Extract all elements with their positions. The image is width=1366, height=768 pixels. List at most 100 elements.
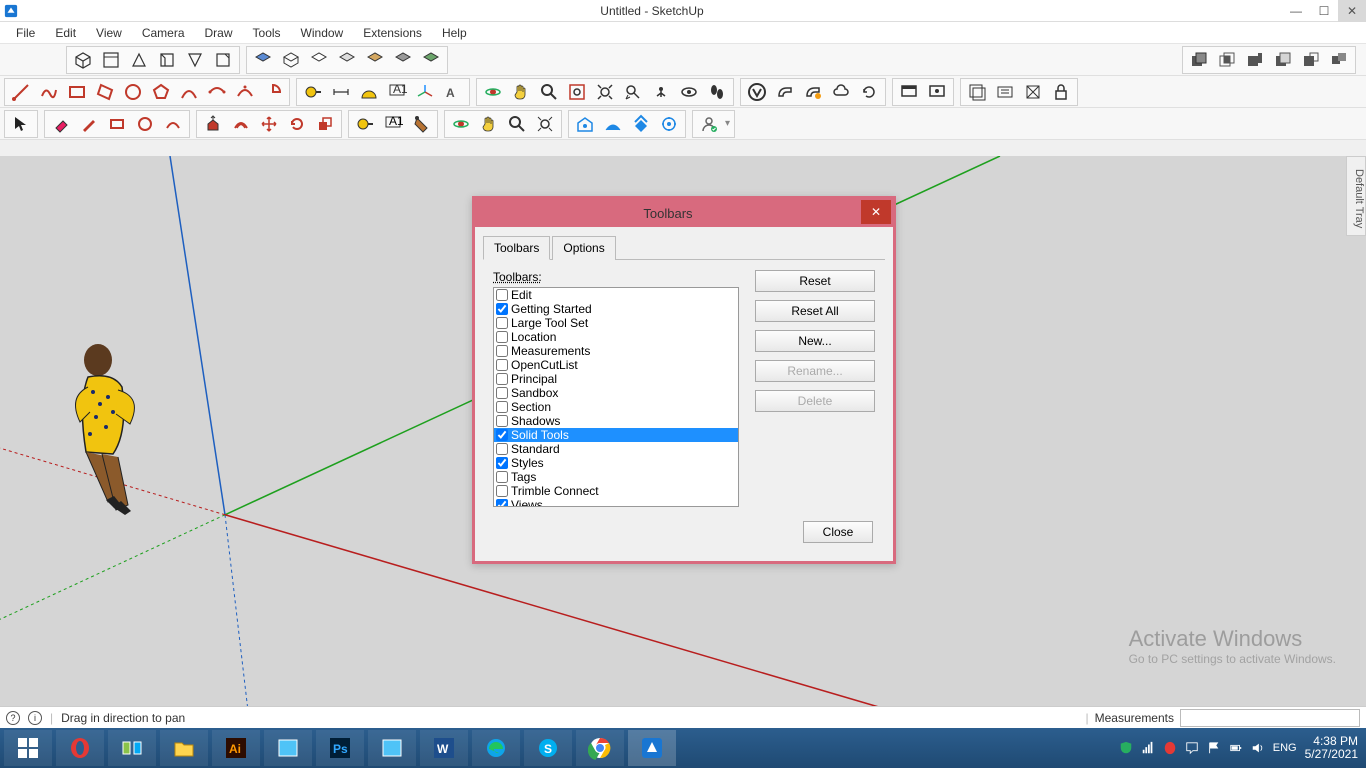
zoom-icon[interactable] xyxy=(536,80,562,104)
subtract-icon[interactable] xyxy=(1270,48,1296,72)
default-tray-tab[interactable]: Default Tray xyxy=(1346,156,1366,236)
monochrome-icon[interactable] xyxy=(390,48,416,72)
warehouse-icon[interactable] xyxy=(572,112,598,136)
list-item-checkbox[interactable] xyxy=(496,443,508,455)
trim-icon[interactable] xyxy=(1298,48,1324,72)
look-around-icon[interactable] xyxy=(676,80,702,104)
sketchup-taskbar-icon[interactable] xyxy=(628,730,676,766)
union-icon[interactable] xyxy=(1242,48,1268,72)
vray-lock-icon[interactable] xyxy=(1048,80,1074,104)
tray-clock[interactable]: 4:38 PM 5/27/2021 xyxy=(1305,735,1358,761)
menu-draw[interactable]: Draw xyxy=(195,24,243,42)
intersect-icon[interactable] xyxy=(1214,48,1240,72)
tray-battery-icon[interactable] xyxy=(1229,741,1243,755)
list-item[interactable]: Tags xyxy=(494,470,738,484)
list-item[interactable]: Measurements xyxy=(494,344,738,358)
zoom-window-icon[interactable] xyxy=(564,80,590,104)
list-item-checkbox[interactable] xyxy=(496,401,508,413)
3pt-arc-icon[interactable] xyxy=(232,80,258,104)
rotated-rect-icon[interactable] xyxy=(92,80,118,104)
list-item[interactable]: Solid Tools xyxy=(494,428,738,442)
orbit-icon[interactable] xyxy=(480,80,506,104)
list-item-checkbox[interactable] xyxy=(496,317,508,329)
list-item[interactable]: Edit xyxy=(494,288,738,302)
scale-icon[interactable] xyxy=(312,112,338,136)
split-icon[interactable] xyxy=(1326,48,1352,72)
shaded-textured-icon[interactable] xyxy=(362,48,388,72)
list-item-checkbox[interactable] xyxy=(496,387,508,399)
vray-batch-icon[interactable] xyxy=(964,80,990,104)
list-item[interactable]: Principal xyxy=(494,372,738,386)
list-item-checkbox[interactable] xyxy=(496,345,508,357)
hidden-line-icon[interactable] xyxy=(306,48,332,72)
select-icon[interactable] xyxy=(8,112,34,136)
move-icon[interactable] xyxy=(256,112,282,136)
wireframe-icon[interactable] xyxy=(278,48,304,72)
protractor-icon[interactable] xyxy=(356,80,382,104)
tab-options[interactable]: Options xyxy=(552,236,615,260)
dialog-titlebar[interactable]: Toolbars ✕ xyxy=(475,199,893,227)
instructor-icon[interactable]: i xyxy=(28,711,42,725)
list-item[interactable]: Getting Started xyxy=(494,302,738,316)
minimize-button[interactable]: — xyxy=(1282,0,1310,22)
eraser-icon[interactable] xyxy=(48,112,74,136)
style2-icon[interactable] xyxy=(418,48,444,72)
line-icon[interactable] xyxy=(8,80,34,104)
zoom2-icon[interactable] xyxy=(504,112,530,136)
tray-network-icon[interactable] xyxy=(1141,741,1155,755)
tray-language[interactable]: ENG xyxy=(1273,742,1297,754)
list-item-checkbox[interactable] xyxy=(496,485,508,497)
right-view-icon[interactable] xyxy=(154,48,180,72)
tape-icon[interactable] xyxy=(300,80,326,104)
vray-batch3-icon[interactable] xyxy=(1020,80,1046,104)
app2-icon[interactable] xyxy=(368,730,416,766)
toolbars-listbox[interactable]: EditGetting StartedLarge Tool SetLocatio… xyxy=(493,287,739,507)
explorer-icon[interactable] xyxy=(160,730,208,766)
extension2-icon[interactable] xyxy=(656,112,682,136)
taskview-icon[interactable] xyxy=(108,730,156,766)
tray-shield-icon[interactable] xyxy=(1119,741,1133,755)
pushpull-icon[interactable] xyxy=(200,112,226,136)
vray-vfb-icon[interactable] xyxy=(896,80,922,104)
list-item-checkbox[interactable] xyxy=(496,457,508,469)
vray-interactive-icon[interactable] xyxy=(800,80,826,104)
help-icon[interactable]: ? xyxy=(6,711,20,725)
tray-flag-icon[interactable] xyxy=(1207,741,1221,755)
menu-window[interactable]: Window xyxy=(291,24,354,42)
vray-render-icon[interactable] xyxy=(772,80,798,104)
opera-icon[interactable] xyxy=(56,730,104,766)
list-item[interactable]: Sandbox xyxy=(494,386,738,400)
front-view-icon[interactable] xyxy=(126,48,152,72)
arc2-icon[interactable] xyxy=(160,112,186,136)
rectangle-icon[interactable] xyxy=(64,80,90,104)
list-item[interactable]: Large Tool Set xyxy=(494,316,738,330)
menu-extensions[interactable]: Extensions xyxy=(353,24,432,42)
list-item[interactable]: Section xyxy=(494,400,738,414)
pan-icon[interactable] xyxy=(508,80,534,104)
rectangle2-icon[interactable] xyxy=(104,112,130,136)
menu-tools[interactable]: Tools xyxy=(243,24,291,42)
offset-icon[interactable] xyxy=(228,112,254,136)
list-item-checkbox[interactable] xyxy=(496,303,508,315)
vray-cloud-icon[interactable] xyxy=(828,80,854,104)
tape2-icon[interactable] xyxy=(352,112,378,136)
pie-icon[interactable] xyxy=(260,80,286,104)
left-view-icon[interactable] xyxy=(210,48,236,72)
2pt-arc-icon[interactable] xyxy=(204,80,230,104)
chevron-down-icon[interactable]: ▾ xyxy=(723,118,732,129)
menu-camera[interactable]: Camera xyxy=(132,24,195,42)
arc-icon[interactable] xyxy=(176,80,202,104)
tray-action-icon[interactable] xyxy=(1185,741,1199,755)
menu-view[interactable]: View xyxy=(86,24,132,42)
list-item-checkbox[interactable] xyxy=(496,289,508,301)
list-item-checkbox[interactable] xyxy=(496,499,508,507)
list-item[interactable]: Location xyxy=(494,330,738,344)
skype-icon[interactable]: S xyxy=(524,730,572,766)
list-item[interactable]: Shadows xyxy=(494,414,738,428)
close-button[interactable]: ✕ xyxy=(1338,0,1366,22)
start-button[interactable] xyxy=(4,730,52,766)
axes-icon[interactable] xyxy=(412,80,438,104)
pencil-icon[interactable] xyxy=(76,112,102,136)
reset-all-button[interactable]: Reset All xyxy=(755,300,875,322)
list-item[interactable]: Styles xyxy=(494,456,738,470)
